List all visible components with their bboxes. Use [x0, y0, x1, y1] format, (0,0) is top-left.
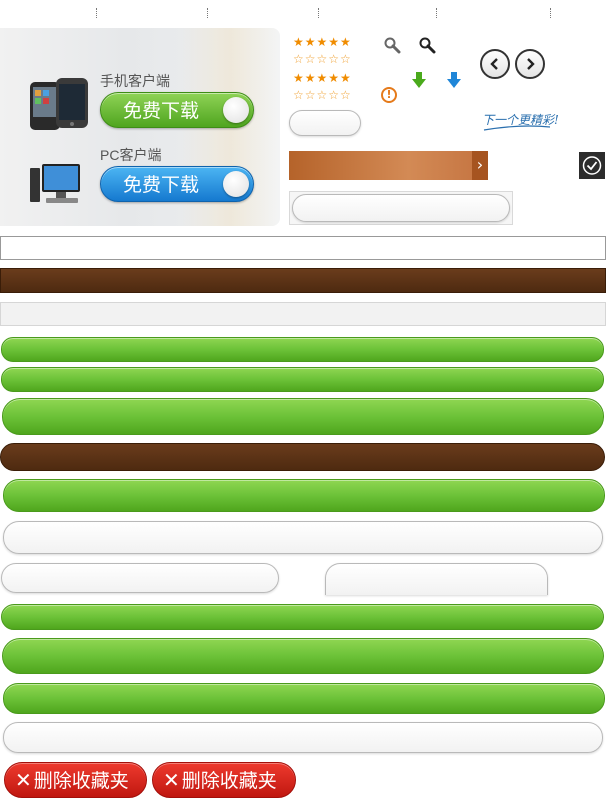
delete-favorites-button[interactable]: ✕ 删除收藏夹	[152, 762, 296, 798]
chevron-right-icon[interactable]: ›	[472, 151, 488, 180]
previous-button[interactable]	[480, 49, 510, 79]
green-bar-button[interactable]	[1, 604, 604, 630]
brown-bar	[0, 268, 606, 293]
handwritten-next-logo: 下一个更精彩!	[482, 113, 559, 131]
download-arrow-icon[interactable]	[411, 71, 427, 89]
toolbar-separator	[318, 8, 319, 18]
star-rating-empty[interactable]: ☆☆☆☆☆	[293, 88, 352, 102]
green-bar-button[interactable]	[2, 398, 604, 435]
close-icon: ✕	[163, 768, 180, 792]
text-input-bar[interactable]	[0, 236, 606, 260]
svg-text:下一个更精彩!: 下一个更精彩!	[482, 113, 559, 127]
desktop-computer-icon	[30, 164, 80, 203]
white-rounded-input[interactable]	[3, 722, 603, 753]
toolbar-separator	[96, 8, 97, 18]
star-rating-filled[interactable]: ★★★★★	[293, 35, 352, 49]
search-icon[interactable]	[418, 36, 436, 54]
check-circle-icon	[582, 156, 602, 175]
left-rounded-input[interactable]	[1, 563, 279, 593]
toggle-knob-icon	[223, 171, 249, 197]
pc-download-button[interactable]: 免费下载	[100, 166, 254, 202]
toolbar-separator	[550, 8, 551, 18]
mobile-download-button-label: 免费下载	[123, 100, 200, 122]
rounded-text-input[interactable]	[292, 194, 510, 222]
star-rating-filled[interactable]: ★★★★★	[293, 71, 352, 85]
next-button[interactable]	[515, 49, 545, 79]
right-rounded-tab[interactable]	[325, 563, 548, 595]
checkmark-button[interactable]	[579, 152, 605, 179]
chevron-left-icon	[490, 58, 498, 70]
pc-download-button-label: 免费下载	[123, 174, 200, 196]
mobile-client-label: 手机客户端	[100, 73, 170, 89]
input-frame	[289, 191, 513, 225]
toggle-knob-icon	[223, 97, 249, 123]
mobile-download-button[interactable]: 免费下载	[100, 92, 254, 128]
green-bar-button[interactable]	[3, 683, 605, 714]
green-bar-button[interactable]	[1, 337, 604, 362]
delete-favorites-label: 删除收藏夹	[33, 770, 129, 792]
close-icon: ✕	[15, 768, 32, 792]
small-pill-button[interactable]	[289, 110, 361, 136]
gray-input-bar[interactable]	[0, 302, 606, 326]
mobile-phone-icon	[30, 78, 88, 130]
white-rounded-input[interactable]	[3, 521, 603, 554]
delete-favorites-button[interactable]: ✕ 删除收藏夹	[4, 762, 147, 798]
star-rating-empty[interactable]: ☆☆☆☆☆	[293, 52, 352, 66]
green-bar-button[interactable]	[1, 367, 604, 392]
brown-rounded-bar	[0, 443, 605, 471]
toolbar-separator	[207, 8, 208, 18]
warning-icon: !	[381, 87, 397, 103]
delete-favorites-label: 删除收藏夹	[181, 770, 277, 792]
pc-client-label: PC客户端	[100, 147, 162, 163]
orange-progress-bar[interactable]: ›	[289, 151, 488, 180]
toolbar-separator	[436, 8, 437, 18]
client-download-panel: 手机客户端 免费下载 PC客户端 免费下载	[0, 28, 280, 226]
green-bar-button[interactable]	[2, 638, 604, 674]
download-arrow-icon[interactable]	[446, 71, 462, 89]
chevron-right-icon	[527, 58, 535, 70]
search-icon[interactable]	[383, 36, 401, 54]
green-bar-button[interactable]	[3, 479, 605, 512]
